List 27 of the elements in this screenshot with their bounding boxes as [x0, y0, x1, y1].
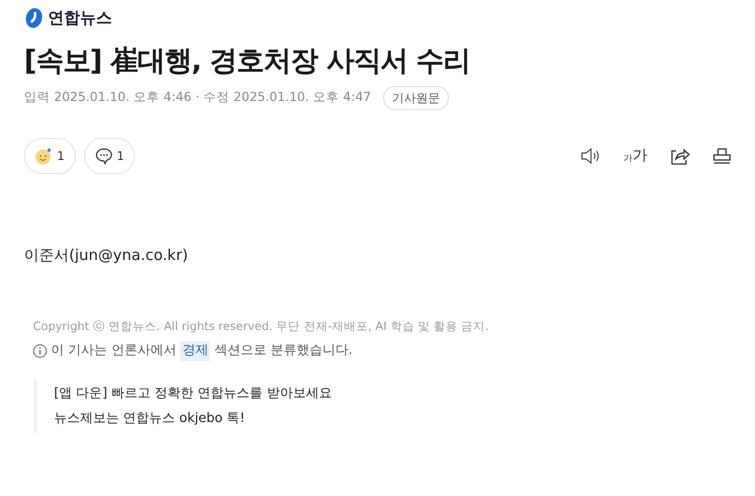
reaction-button[interactable]: 1: [24, 138, 76, 174]
input-time: 2025.01.10. 오후 4:46: [54, 88, 192, 106]
edit-time: 2025.01.10. 오후 4:47: [234, 88, 372, 106]
share-icon[interactable]: [670, 146, 690, 165]
count: 1: [116, 148, 124, 165]
count: 1: [57, 148, 65, 165]
comment-button[interactable]: 1: [84, 138, 136, 174]
logo-text[interactable]: 연합뉴스: [48, 6, 112, 30]
promo-text: 뉴스제보는 연합뉴스 okjebo 톡!: [54, 410, 246, 428]
info-icon: [33, 344, 47, 358]
reporter-byline: 이준서(jun@yna.co.kr): [24, 244, 190, 266]
input-label: 입력: [24, 88, 50, 106]
speaker-icon[interactable]: [581, 148, 601, 164]
promo-text: [앱 다운] 빠르고 정확한 연합뉴스를 받아보세요: [54, 384, 333, 403]
separator: ·: [196, 88, 200, 106]
print-icon[interactable]: [712, 148, 731, 164]
copyright-text: Copyright ⓒ 연합뉴스. All rights reserved. 무단 전재-재배포, AI 학습 및 활용 금지.: [33, 318, 490, 336]
headline: [속보] 崔대행, 경호처장 사직서 수리: [24, 44, 472, 78]
section-link[interactable]: 경제: [180, 341, 210, 361]
speech-bubble-icon: [94, 146, 113, 165]
edit-label: 수정: [204, 88, 230, 106]
font-size-button[interactable]: 가가: [624, 144, 648, 167]
section-note-text: 이 기사는 언론사에서: [51, 342, 176, 360]
logo-icon: [24, 7, 44, 29]
smiley-icon: [35, 146, 53, 165]
section-note-text: 섹션으로 분류했습니다.: [214, 342, 353, 360]
original-article-button[interactable]: 기사원문: [383, 86, 450, 110]
